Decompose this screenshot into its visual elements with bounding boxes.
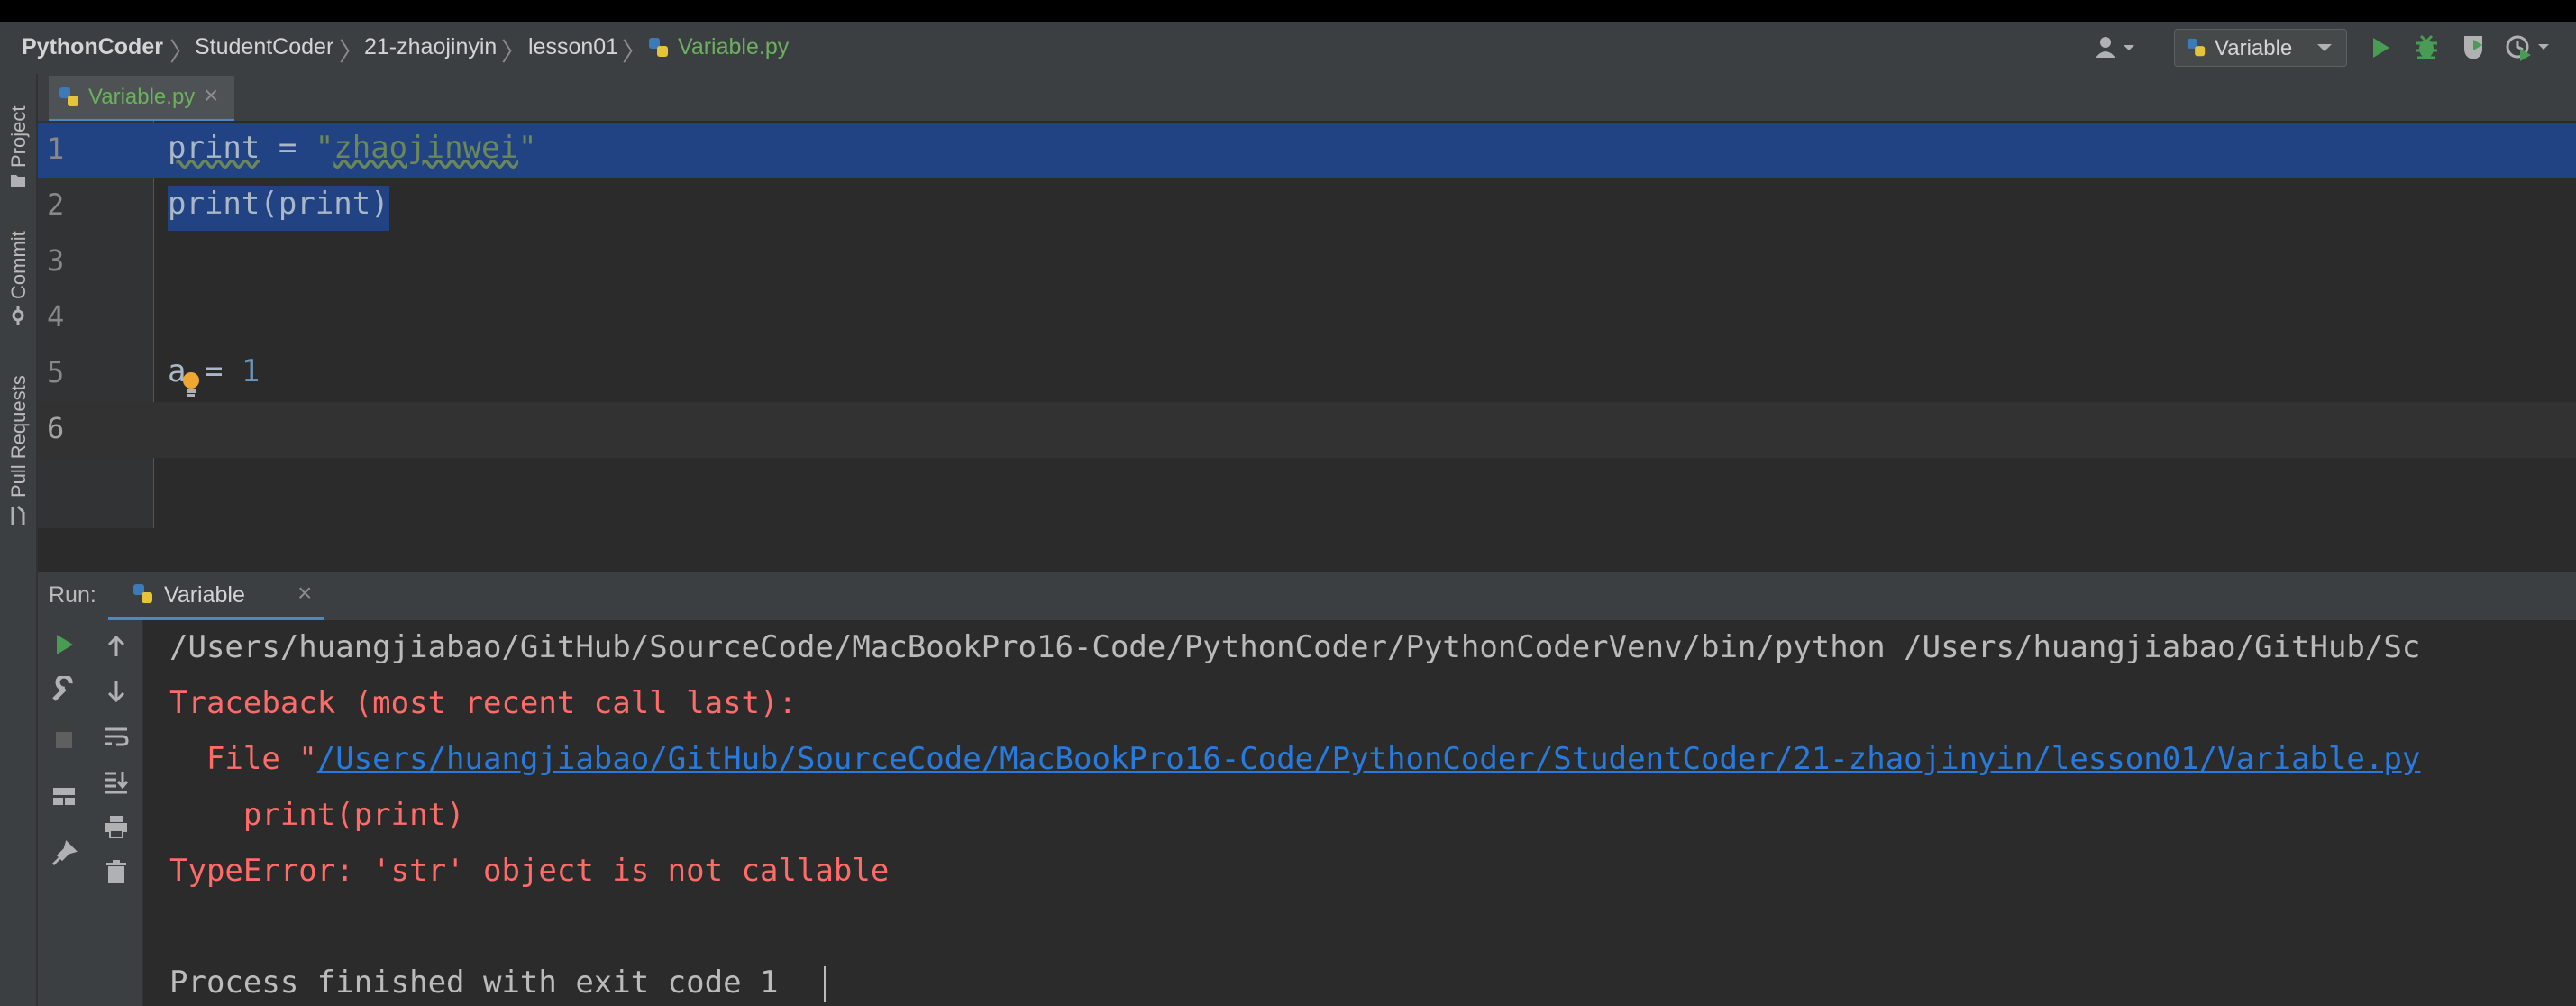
panel-divider[interactable] — [38, 528, 2576, 572]
trash-icon[interactable] — [103, 858, 130, 885]
console-command-line: /Users/huangjiabao/GitHub/SourceCode/Mac… — [169, 629, 2421, 665]
console-file-line: File "/Users/huangjiabao/GitHub/SourceCo… — [169, 741, 2420, 777]
console-code-line: print(print) — [169, 797, 465, 833]
intention-bulb-icon[interactable] — [180, 370, 202, 398]
breadcrumb-separator: 〉 — [622, 38, 648, 66]
pull-request-icon — [11, 505, 25, 525]
editor-tab-bar — [38, 76, 2576, 122]
scroll-to-end-icon[interactable] — [103, 768, 130, 795]
line-number: 2 — [47, 187, 65, 222]
chevron-down-icon — [2317, 44, 2332, 51]
variable-token: print — [168, 130, 260, 166]
run-panel-label: Run: — [49, 582, 96, 608]
rerun-icon[interactable] — [50, 631, 78, 658]
breadcrumb-folder-lesson01[interactable]: lesson01 — [528, 34, 618, 60]
editor-tab-label: Variable.py — [88, 85, 196, 109]
profile-icon[interactable] — [2504, 32, 2553, 61]
run-panel-header: Run: Variable × — [38, 572, 2576, 622]
text-cursor — [824, 966, 826, 1002]
line-number: 1 — [47, 132, 65, 166]
breadcrumb-separator: 〉 — [339, 38, 365, 66]
window-top-strip — [0, 0, 2576, 22]
run-configuration-select[interactable]: Variable — [2174, 29, 2347, 67]
console-traceback-line: Traceback (most recent call last): — [169, 685, 797, 721]
python-icon — [2187, 38, 2206, 57]
project-tab-label: Project — [7, 105, 30, 168]
soft-wrap-icon[interactable] — [103, 723, 130, 750]
operator-token: = — [260, 130, 315, 166]
debug-icon[interactable] — [2412, 32, 2441, 61]
commit-tool-button[interactable]: Commit — [4, 218, 32, 335]
breadcrumb-separator: 〉 — [501, 38, 527, 66]
console-exit-line: Process finished with exit code 1 — [169, 965, 779, 1001]
tab-close-icon[interactable]: × — [204, 81, 218, 110]
code-editor[interactable] — [154, 121, 2576, 528]
user-icon[interactable] — [2093, 34, 2140, 61]
breadcrumb-file[interactable]: Variable.py — [678, 34, 789, 60]
project-tool-button[interactable]: Project — [4, 81, 32, 198]
console-output[interactable] — [143, 620, 2576, 1006]
editor-tab-variable-py[interactable]: Variable.py × — [49, 76, 234, 123]
line-number: 3 — [47, 243, 65, 278]
folder-icon — [11, 175, 25, 187]
line-number: 6 — [47, 411, 65, 445]
number-token: 1 — [241, 353, 260, 389]
string-quote: " — [517, 130, 537, 166]
code-line-1: print = "zhaojinwei" — [168, 130, 536, 166]
print-icon[interactable] — [103, 813, 130, 840]
pin-icon[interactable] — [50, 840, 78, 867]
line-number: 5 — [47, 355, 65, 389]
run-configuration-label: Variable — [2215, 36, 2293, 60]
wrench-icon[interactable] — [50, 676, 78, 703]
coverage-icon[interactable] — [2459, 32, 2488, 61]
run-icon[interactable] — [2367, 34, 2394, 61]
pull-requests-tab-label: Pull Requests — [7, 375, 30, 498]
arrow-down-icon[interactable] — [103, 678, 130, 705]
pull-requests-tool-button[interactable]: Pull Requests — [4, 353, 32, 534]
breadcrumb-folder-studentcoder[interactable]: StudentCoder — [195, 34, 333, 60]
string-quote: " — [315, 130, 334, 166]
current-line-highlight — [38, 402, 2576, 458]
file-prefix: File " — [169, 741, 317, 777]
string-token: zhaojinwei — [333, 130, 518, 166]
run-tab-variable[interactable]: Variable × — [108, 572, 324, 620]
line-number: 4 — [47, 299, 65, 334]
run-toolbar-secondary — [90, 620, 143, 1006]
stop-icon[interactable] — [50, 727, 78, 754]
arrow-up-icon[interactable] — [103, 633, 130, 660]
run-toolbar-primary — [38, 620, 90, 1006]
run-tab-label: Variable — [164, 582, 245, 608]
left-tool-stripe: Project Commit Pull Requests — [0, 74, 38, 1006]
breadcrumb-separator: 〉 — [169, 38, 196, 66]
python-file-icon — [59, 87, 78, 106]
tab-close-icon[interactable]: × — [297, 579, 312, 608]
commit-icon — [12, 306, 24, 325]
commit-tab-label: Commit — [7, 231, 30, 299]
file-link[interactable]: /Users/huangjiabao/GitHub/SourceCode/Mac… — [317, 741, 2421, 777]
layout-icon[interactable] — [50, 782, 78, 809]
python-file-icon — [649, 38, 668, 57]
breadcrumb-project[interactable]: PythonCoder — [22, 34, 163, 60]
console-error-line: TypeError: 'str' object is not callable — [169, 853, 890, 889]
breadcrumb-folder-zhaojinyin[interactable]: 21-zhaojinyin — [364, 34, 497, 60]
code-line-2: print(print) — [168, 186, 389, 231]
python-icon — [133, 584, 152, 603]
